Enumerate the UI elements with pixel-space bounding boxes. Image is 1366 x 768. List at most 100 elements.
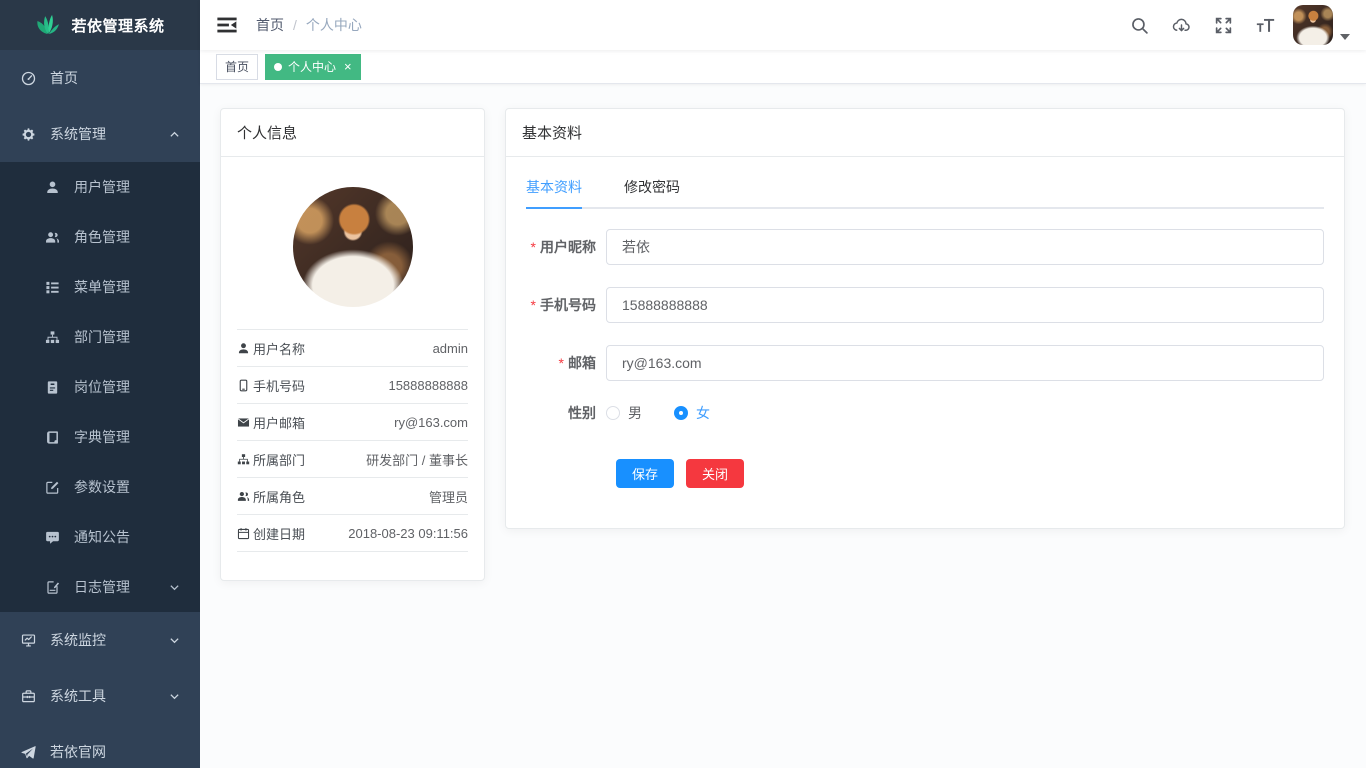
sidebar-item-post-mgmt[interactable]: 岗位管理	[0, 362, 200, 412]
info-value: 2018-08-23 09:11:56	[348, 526, 468, 541]
sidebar-item-label: 菜单管理	[74, 277, 130, 297]
search-icon[interactable]	[1129, 15, 1149, 35]
info-value: 15888888888	[388, 378, 468, 393]
sidebar-item-home[interactable]: 首页	[0, 50, 200, 106]
sidebar: 若依管理系统 首页 系统管理 用户管理	[0, 0, 200, 768]
sidebar-item-label: 系统监控	[50, 630, 106, 650]
profile-avatar[interactable]	[293, 187, 413, 307]
peoples-icon	[44, 229, 60, 245]
log-icon	[44, 579, 60, 595]
breadcrumb-home[interactable]: 首页	[256, 15, 284, 35]
sidebar-item-system[interactable]: 系统管理	[0, 106, 200, 162]
font-size-icon[interactable]	[1255, 15, 1275, 35]
basic-info-card: 基本资料 基本资料 修改密码 *用户昵称 *手机号码 *邮箱	[505, 108, 1345, 529]
page-content: 个人信息 用户名称 admin 手机号码 15888888888 用户邮箱	[200, 84, 1366, 768]
required-mark: *	[559, 355, 564, 371]
monitor-icon	[20, 632, 36, 648]
avatar[interactable]	[1293, 5, 1333, 45]
chevron-down-icon	[169, 635, 180, 646]
tree-table-icon	[44, 279, 60, 295]
gender-radio-group: 男 女	[606, 403, 710, 423]
badge-icon	[44, 379, 60, 395]
user-icon	[237, 342, 250, 355]
caret-down-icon	[1340, 34, 1350, 41]
sidebar-item-label: 系统工具	[50, 686, 106, 706]
sitemap-icon	[237, 453, 250, 466]
info-value: ry@163.com	[394, 415, 468, 430]
tag-label: 个人中心	[288, 58, 336, 75]
form-item-gender: 性别 男 女	[526, 403, 1324, 423]
sidebar-item-menu-mgmt[interactable]: 菜单管理	[0, 262, 200, 312]
chevron-down-icon	[169, 691, 180, 702]
sidebar-menu: 首页 系统管理 用户管理 角色管理	[0, 50, 200, 768]
dashboard-icon	[20, 70, 36, 86]
email-input[interactable]	[606, 345, 1324, 381]
sidebar-item-role-mgmt[interactable]: 角色管理	[0, 212, 200, 262]
form-card-title: 基本资料	[506, 109, 1344, 157]
sidebar-item-user-mgmt[interactable]: 用户管理	[0, 162, 200, 212]
sidebar-item-monitor[interactable]: 系统监控	[0, 612, 200, 668]
sidebar-item-label: 角色管理	[74, 227, 130, 247]
list-item: 创建日期 2018-08-23 09:11:56	[237, 515, 468, 552]
navbar-actions	[1107, 5, 1350, 45]
app-logo[interactable]: 若依管理系统	[0, 0, 200, 50]
list-item: 所属部门 研发部门 / 董事长	[237, 441, 468, 478]
user-icon	[44, 179, 60, 195]
message-icon	[44, 529, 60, 545]
form-item-email: *邮箱	[526, 345, 1324, 381]
user-menu[interactable]	[1293, 5, 1350, 45]
sidebar-submenu-system: 用户管理 角色管理 菜单管理 部门管理	[0, 162, 200, 612]
sidebar-item-label: 通知公告	[74, 527, 130, 547]
sidebar-item-label: 若依官网	[50, 742, 106, 762]
sidebar-item-notice[interactable]: 通知公告	[0, 512, 200, 562]
info-value: 研发部门 / 董事长	[366, 450, 468, 469]
close-icon[interactable]: ×	[342, 60, 352, 73]
sidebar-toggle-icon[interactable]	[216, 14, 238, 36]
profile-info-list: 用户名称 admin 手机号码 15888888888 用户邮箱 ry@163.…	[237, 329, 468, 552]
radio-icon-checked	[674, 406, 688, 420]
save-button[interactable]: 保存	[616, 459, 674, 488]
radio-icon	[606, 406, 620, 420]
tags-view-bar: 首页 个人中心 ×	[200, 50, 1366, 84]
sidebar-item-tools[interactable]: 系统工具	[0, 668, 200, 724]
nickname-input[interactable]	[606, 229, 1324, 265]
tag-profile[interactable]: 个人中心 ×	[265, 54, 361, 80]
gear-icon	[20, 126, 36, 142]
sidebar-item-label: 字典管理	[74, 427, 130, 447]
edit-icon	[44, 479, 60, 495]
tag-home[interactable]: 首页	[216, 54, 258, 80]
breadcrumb: 首页 / 个人中心	[256, 15, 362, 35]
profile-info-card: 个人信息 用户名称 admin 手机号码 15888888888 用户邮箱	[220, 108, 485, 581]
mail-icon	[237, 416, 250, 429]
list-item: 手机号码 15888888888	[237, 367, 468, 404]
sidebar-item-dict-mgmt[interactable]: 字典管理	[0, 412, 200, 462]
sidebar-item-official-site[interactable]: 若依官网	[0, 724, 200, 768]
form-actions: 保存 关闭	[616, 459, 1324, 488]
info-value: 管理员	[429, 487, 468, 506]
phone-input[interactable]	[606, 287, 1324, 323]
fullscreen-icon[interactable]	[1213, 15, 1233, 35]
gender-radio-male[interactable]: 男	[606, 403, 642, 423]
phone-icon	[237, 379, 250, 392]
cloud-download-icon[interactable]	[1171, 15, 1191, 35]
sidebar-item-log-mgmt[interactable]: 日志管理	[0, 562, 200, 612]
chevron-down-icon	[169, 582, 180, 593]
info-value: admin	[433, 341, 468, 356]
tab-basic-info[interactable]: 基本资料	[526, 177, 582, 207]
gender-radio-female[interactable]: 女	[674, 403, 710, 423]
tag-label: 首页	[225, 58, 249, 75]
calendar-icon	[237, 527, 250, 540]
toolbox-icon	[20, 688, 36, 704]
sidebar-item-config[interactable]: 参数设置	[0, 462, 200, 512]
required-mark: *	[531, 297, 536, 313]
list-item: 用户邮箱 ry@163.com	[237, 404, 468, 441]
tab-change-password[interactable]: 修改密码	[624, 177, 680, 207]
list-item: 用户名称 admin	[237, 330, 468, 367]
paper-plane-icon	[20, 744, 36, 760]
close-button[interactable]: 关闭	[686, 459, 744, 488]
chevron-up-icon	[169, 129, 180, 140]
sidebar-item-dept-mgmt[interactable]: 部门管理	[0, 312, 200, 362]
form-item-phone: *手机号码	[526, 287, 1324, 323]
profile-card-title: 个人信息	[221, 109, 484, 157]
sidebar-item-label: 参数设置	[74, 477, 130, 497]
